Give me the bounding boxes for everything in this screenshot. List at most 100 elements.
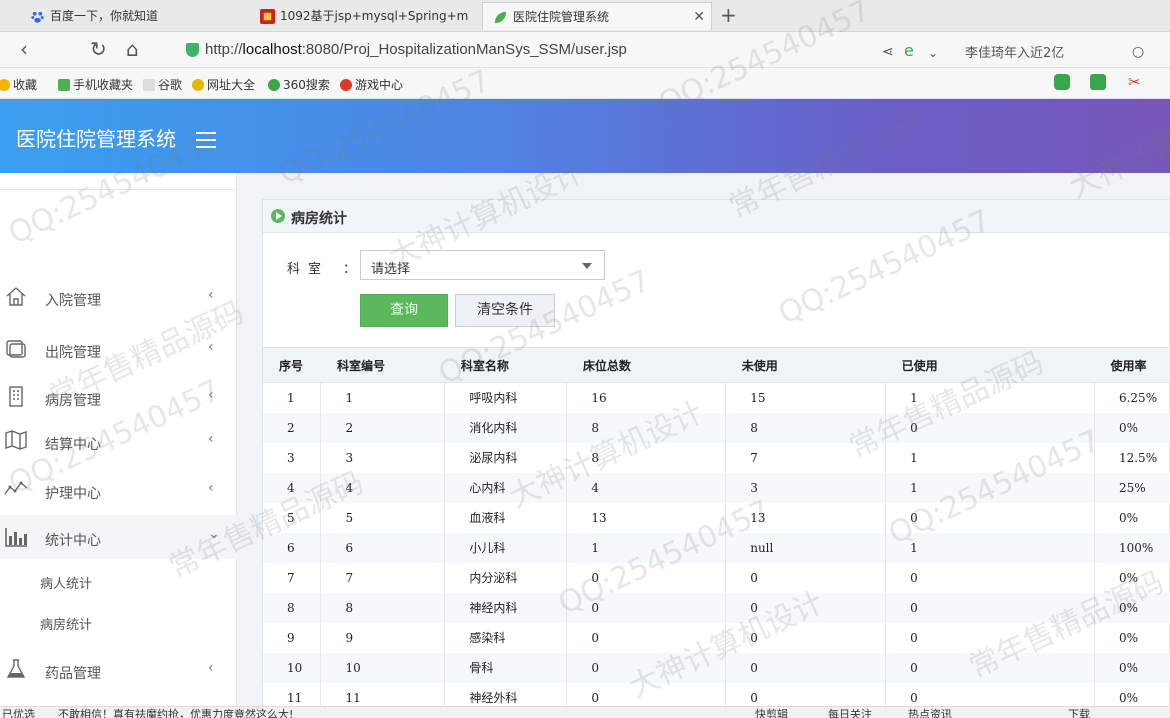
bookmark-google[interactable]: 谷歌: [143, 76, 182, 93]
table-cell: 消化内科: [444, 412, 568, 443]
reload-icon[interactable]: ↻: [90, 38, 107, 60]
copy-icon: [6, 340, 26, 358]
table-cell: 0%: [1094, 502, 1170, 533]
search-hint[interactable]: 李佳琦年入近2亿: [965, 42, 1064, 61]
table-cell: 9: [320, 622, 446, 653]
table-header-row: 序号 科室编号 科室名称 床位总数 未使用 已使用 使用率: [263, 347, 1170, 383]
status-item[interactable]: 每日关注: [828, 707, 872, 718]
url-path: :8080/Proj_HospitalizationManSys_SSM/use…: [301, 41, 627, 58]
tab-label: 医院住院管理系统: [513, 10, 610, 24]
scissors-icon[interactable]: ✂: [1128, 73, 1141, 91]
bookmark-sites[interactable]: 网址大全: [192, 76, 255, 93]
flask-icon: [6, 659, 26, 678]
caret-down-icon: [582, 263, 592, 269]
bookmark-games[interactable]: 游戏中心: [340, 76, 403, 93]
sidebar-item-admission[interactable]: 入院管理 ‹: [0, 282, 237, 312]
table-cell: 神经内科: [444, 592, 568, 623]
status-item[interactable]: 快剪辑: [755, 707, 788, 718]
table-cell: 呼吸内科: [444, 382, 568, 413]
sidebar: 入院管理 ‹ 出院管理 ‹ 病房管理 ‹ 结算中心 ‹ 护理中心 ‹ 统计中心 …: [0, 173, 237, 718]
clear-conditions-button[interactable]: 清空条件: [455, 294, 555, 327]
column-header: 科室名称: [444, 347, 567, 383]
column-header: 床位总数: [566, 347, 726, 383]
chevron-left-icon: ‹: [208, 480, 214, 496]
column-header: 已使用: [885, 347, 1095, 383]
dept-label: 科室: [287, 262, 330, 277]
table-cell: 16: [566, 382, 727, 413]
status-news[interactable]: 不敢相信！真有祛魔约抢，优惠力度竟然这么大!: [58, 707, 293, 718]
sidebar-item-statistics[interactable]: 统计中心 ⌄: [0, 515, 237, 559]
sidebar-item-drugs[interactable]: 药品管理 ‹: [0, 655, 237, 685]
table-row: 5 5 血液科 13 13 0 0%: [263, 502, 1170, 533]
app-header: 医院住院管理系统: [0, 99, 1170, 173]
table-row: 3 3 泌尿内科 8 7 1 12.5%: [263, 442, 1170, 473]
table-row: 6 6 小儿科 1 null 1 100%: [263, 532, 1170, 563]
table-cell: 7: [320, 562, 446, 593]
new-tab-icon[interactable]: +: [720, 2, 737, 28]
table-cell: 15: [725, 382, 887, 413]
table-cell: 小儿科: [444, 532, 568, 563]
ward-stats-panel: 病房统计 科室 ： 请选择 查询 清空条件 序号 科室编号 科室名称 床位总数 …: [262, 199, 1170, 718]
dept-colon: ：: [343, 262, 357, 277]
sidebar-item-settlement[interactable]: 结算中心 ‹: [0, 426, 237, 456]
chevron-left-icon: ‹: [208, 339, 214, 355]
column-header: 科室编号: [320, 347, 445, 383]
chevron-left-icon: ‹: [208, 287, 214, 303]
search-icon[interactable]: ○: [1132, 41, 1144, 63]
table-cell: 1: [263, 382, 322, 413]
table-cell: 9: [263, 622, 322, 653]
table-cell: 0: [725, 592, 887, 623]
browser-tab-project[interactable]: 1092基于jsp+mysql+Spring+m: [250, 2, 482, 30]
table-cell: 100%: [1094, 532, 1170, 563]
table-cell: 4: [263, 472, 322, 503]
table-cell: 0: [725, 622, 887, 653]
translate-icon[interactable]: [1090, 74, 1106, 90]
status-item[interactable]: 下载: [1068, 707, 1090, 718]
sidebar-subitem-ward-stats[interactable]: 病房统计: [40, 614, 92, 633]
table-row: 7 7 内分泌科 0 0 0 0%: [263, 562, 1170, 593]
bookmark-mobile[interactable]: 手机收藏夹: [58, 76, 133, 93]
chevron-down-icon[interactable]: ⌄: [928, 42, 938, 64]
tab-close-icon[interactable]: ✕: [693, 3, 705, 30]
home-icon[interactable]: ⌂: [126, 38, 139, 60]
table-cell: 0: [885, 592, 1095, 623]
play-circle-icon: [271, 209, 285, 223]
table-cell: 6.25%: [1094, 382, 1170, 413]
back-icon[interactable]: ‹: [20, 38, 28, 60]
chat-icon[interactable]: [1054, 74, 1070, 90]
table-cell: 0: [566, 562, 727, 593]
table-cell: 12.5%: [1094, 442, 1170, 473]
table-cell: 0%: [1094, 652, 1170, 683]
table-cell: 4: [320, 472, 446, 503]
browser-tab-active[interactable]: 医院住院管理系统 ✕: [482, 2, 712, 30]
browser-nav-bar: ‹ ↻ ⌂ http://localhost:8080/Proj_Hospita…: [0, 32, 1170, 68]
tab-label: 百度一下，你就知道: [50, 9, 159, 23]
table-cell: 2: [263, 412, 322, 443]
share-icon[interactable]: ⋖: [882, 41, 894, 63]
table-cell: 7: [263, 562, 322, 593]
menu-toggle-icon[interactable]: [196, 132, 216, 148]
table-cell: 0: [885, 412, 1095, 443]
bookmark-360[interactable]: 360搜索: [268, 76, 330, 93]
table-cell: 内分泌科: [444, 562, 568, 593]
status-item[interactable]: 热点资讯: [908, 707, 952, 718]
table-cell: 泌尿内科: [444, 442, 568, 473]
table-cell: 0: [566, 622, 727, 653]
ie-mode-icon[interactable]: e: [904, 40, 914, 62]
sidebar-item-nursing[interactable]: 护理中心 ‹: [0, 475, 237, 505]
chevron-left-icon: ‹: [208, 431, 214, 447]
sidebar-subitem-patient-stats[interactable]: 病人统计: [40, 573, 92, 592]
tab-label: 1092基于jsp+mysql+Spring+m: [280, 9, 469, 23]
dept-select[interactable]: 请选择: [360, 250, 605, 280]
sidebar-item-discharge[interactable]: 出院管理 ‹: [0, 334, 237, 364]
panel-title: 病房统计: [291, 211, 347, 227]
sidebar-item-ward[interactable]: 病房管理 ‹: [0, 382, 237, 412]
column-header: 未使用: [725, 347, 886, 383]
query-button[interactable]: 查询: [360, 294, 448, 327]
table-cell: 0: [885, 652, 1095, 683]
browser-tab-baidu[interactable]: 百度一下，你就知道: [20, 2, 248, 30]
bookmark-favorites[interactable]: 收藏: [0, 76, 37, 93]
table-cell: 3: [320, 442, 446, 473]
address-bar[interactable]: http://localhost:8080/Proj_Hospitalizati…: [205, 41, 627, 58]
table-cell: 8: [320, 592, 446, 623]
